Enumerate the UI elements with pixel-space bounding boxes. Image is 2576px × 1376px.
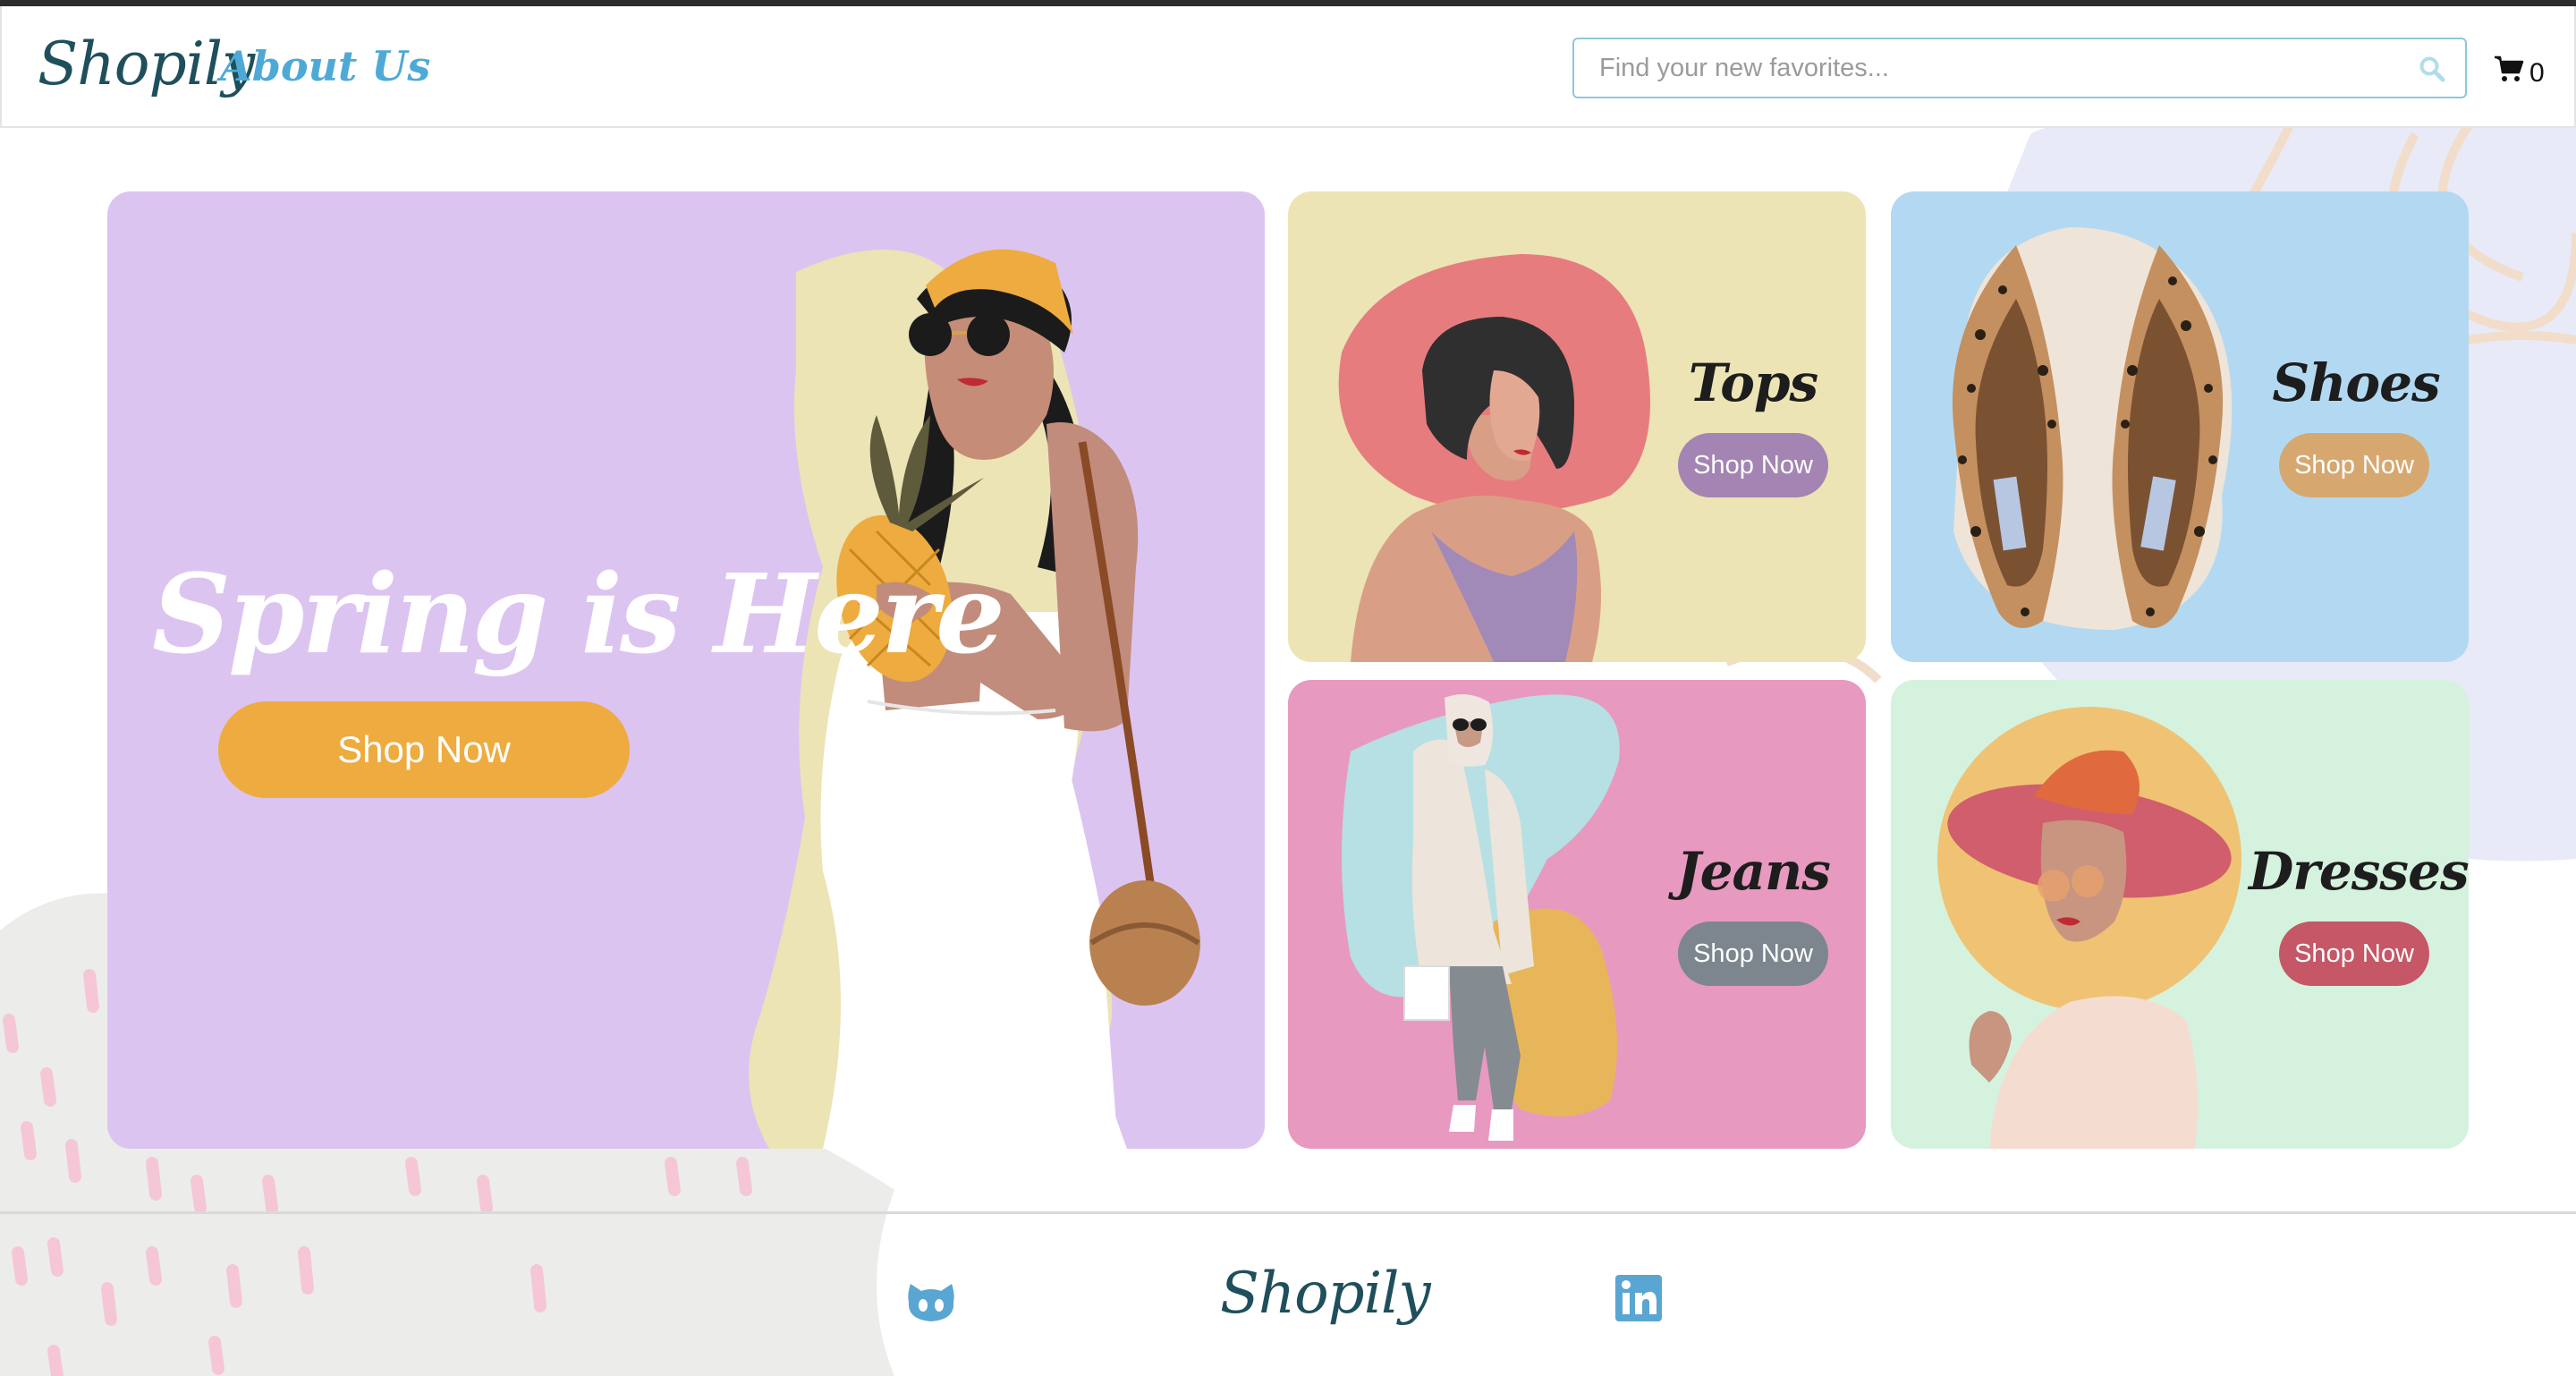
shoes-illustration [1952,227,2233,630]
tops-shop-now-button[interactable]: Shop Now [1678,433,1828,497]
dresses-illustration [1937,707,2241,1149]
category-card-tops[interactable]: Tops Shop Now [1288,191,1866,662]
github-icon[interactable] [905,1278,957,1325]
category-card-shoes[interactable]: Shoes Shop Now [1891,191,2469,662]
linkedin-icon[interactable] [1615,1275,1662,1321]
shoes-shop-now-button[interactable]: Shop Now [2279,433,2429,497]
cart-count: 0 [2529,58,2545,88]
hero-shop-now-button[interactable]: Shop Now [218,701,630,798]
tops-illustration [1338,254,1650,662]
search-bar [1572,38,2467,98]
hero-banner: Spring is Here Shop Now [107,191,1265,1149]
footer-logo[interactable]: Shopily [1220,1261,1431,1327]
category-title-shoes: Shoes [2272,352,2440,413]
category-card-dresses[interactable]: Dresses Shop Now [1891,680,2469,1149]
dresses-shop-now-button[interactable]: Shop Now [2279,922,2429,986]
cart-icon[interactable] [2494,55,2524,83]
category-title-jeans: Jeans [1676,841,1831,902]
about-us-link[interactable]: About Us [220,42,430,90]
category-title-dresses: Dresses [2249,841,2469,902]
hero-title: Spring is Here [152,549,1005,678]
jeans-shop-now-button[interactable]: Shop Now [1678,922,1828,986]
search-icon[interactable] [2419,55,2445,82]
jeans-illustration [1342,694,1620,1141]
search-input[interactable] [1599,39,2386,97]
category-title-tops: Tops [1688,352,1818,413]
category-card-jeans[interactable]: Jeans Shop Now [1288,680,1866,1149]
top-navbar: Shopily About Us 0 [0,6,2576,128]
footer: Shopily [0,1211,2576,1376]
